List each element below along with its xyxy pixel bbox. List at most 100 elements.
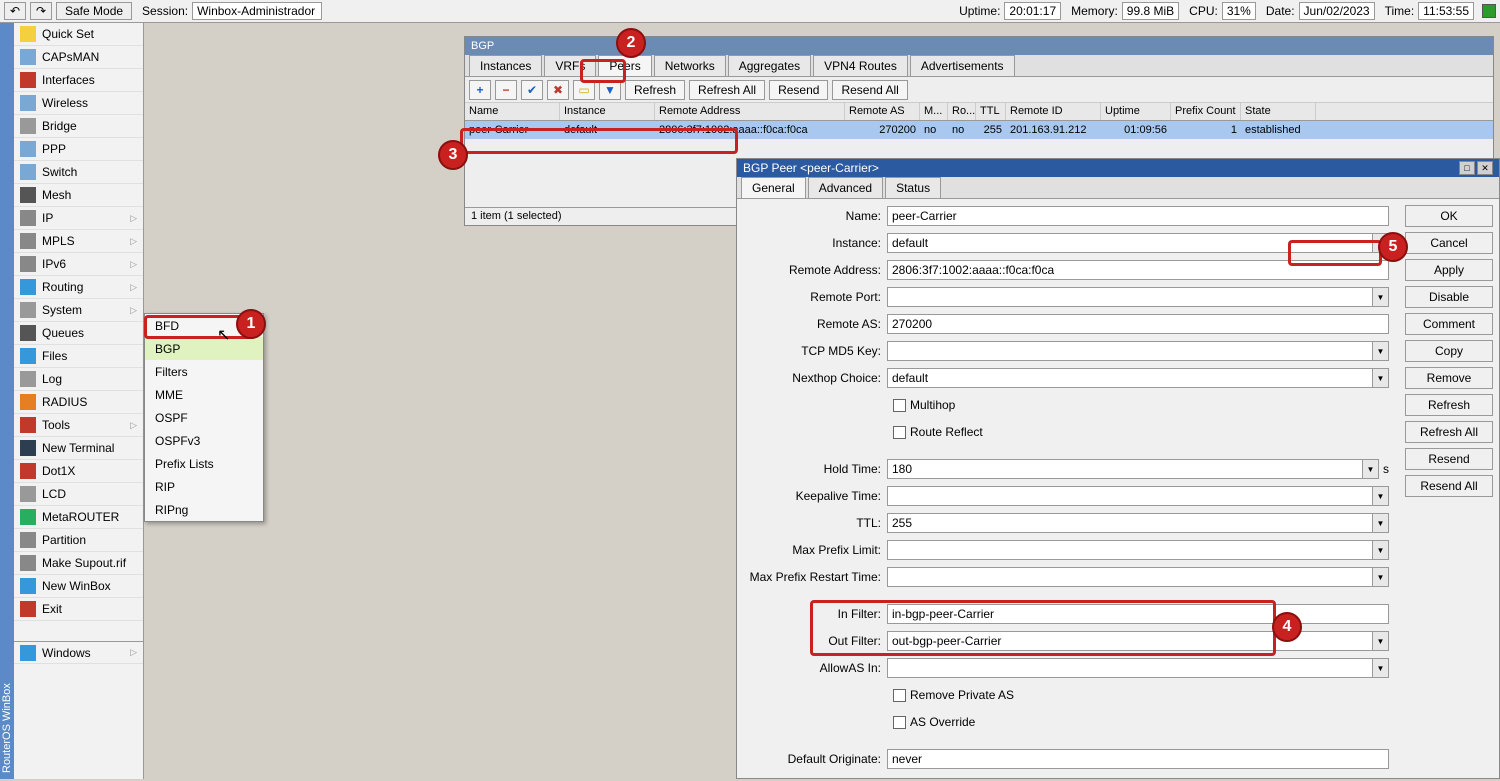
tab-advertisements[interactable]: Advertisements <box>910 55 1015 76</box>
as-override-checkbox[interactable] <box>893 716 906 729</box>
sidebar-item-lcd[interactable]: LCD <box>14 483 143 506</box>
close-button[interactable]: ✕ <box>1477 161 1493 175</box>
resend-all-button[interactable]: Resend All <box>832 80 907 100</box>
sidebar-item-new-terminal[interactable]: New Terminal <box>14 437 143 460</box>
resend-all-button[interactable]: Resend All <box>1405 475 1493 497</box>
sidebar-item-switch[interactable]: Switch <box>14 161 143 184</box>
table-row[interactable]: peer-Carrierdefault2806:3f7:1002:aaaa::f… <box>465 121 1493 139</box>
multihop-checkbox[interactable] <box>893 399 906 412</box>
remote-as-input[interactable]: 270200 <box>887 314 1389 334</box>
sidebar-item-wireless[interactable]: Wireless <box>14 92 143 115</box>
default-originate-input[interactable]: never <box>887 749 1389 769</box>
tab-peers[interactable]: Peers <box>598 55 651 76</box>
sidebar-item-mpls[interactable]: MPLS▷ <box>14 230 143 253</box>
route-reflect-checkbox[interactable] <box>893 426 906 439</box>
filter-button[interactable]: ▼ <box>599 80 621 100</box>
column-header[interactable]: Remote ID <box>1006 103 1101 120</box>
submenu-item-ripng[interactable]: RIPng <box>145 498 263 521</box>
tab-vpn4-routes[interactable]: VPN4 Routes <box>813 55 908 76</box>
sidebar-item-metarouter[interactable]: MetaROUTER <box>14 506 143 529</box>
sidebar-item-ppp[interactable]: PPP <box>14 138 143 161</box>
submenu-item-mme[interactable]: MME <box>145 383 263 406</box>
column-header[interactable]: Remote Address <box>655 103 845 120</box>
sidebar-item-files[interactable]: Files <box>14 345 143 368</box>
undo-button[interactable]: ↶ <box>4 2 26 20</box>
name-input[interactable]: peer-Carrier <box>887 206 1389 226</box>
remote-port-dropdown-icon[interactable]: ▼ <box>1373 287 1389 307</box>
max-prefix-input[interactable] <box>887 540 1373 560</box>
allowas-dropdown-icon[interactable]: ▼ <box>1373 658 1389 678</box>
refresh-all-button[interactable]: Refresh All <box>1405 421 1493 443</box>
sidebar-item-bridge[interactable]: Bridge <box>14 115 143 138</box>
sidebar-item-partition[interactable]: Partition <box>14 529 143 552</box>
submenu-item-rip[interactable]: RIP <box>145 475 263 498</box>
in-filter-input[interactable]: in-bgp-peer-Carrier <box>887 604 1389 624</box>
copy-button[interactable]: Copy <box>1405 340 1493 362</box>
sidebar-item-system[interactable]: System▷ <box>14 299 143 322</box>
column-header[interactable]: TTL <box>976 103 1006 120</box>
tcp-md5-input[interactable] <box>887 341 1373 361</box>
remove-button[interactable]: Remove <box>1405 367 1493 389</box>
keepalive-dropdown-icon[interactable]: ▼ <box>1373 486 1389 506</box>
sidebar-item-interfaces[interactable]: Interfaces <box>14 69 143 92</box>
sidebar-item-queues[interactable]: Queues <box>14 322 143 345</box>
redo-button[interactable]: ↷ <box>30 2 52 20</box>
remote-port-input[interactable] <box>887 287 1373 307</box>
hold-time-input[interactable]: 180 <box>887 459 1363 479</box>
ok-button[interactable]: OK <box>1405 205 1493 227</box>
nexthop-input[interactable]: default <box>887 368 1373 388</box>
sidebar-item-capsman[interactable]: CAPsMAN <box>14 46 143 69</box>
column-header[interactable]: Name <box>465 103 560 120</box>
column-header[interactable]: Uptime <box>1101 103 1171 120</box>
submenu-item-prefix-lists[interactable]: Prefix Lists <box>145 452 263 475</box>
peer-tab-status[interactable]: Status <box>885 177 941 198</box>
max-prefix-restart-input[interactable] <box>887 567 1373 587</box>
disable-button[interactable]: ✖ <box>547 80 569 100</box>
peer-tab-general[interactable]: General <box>741 177 806 198</box>
sidebar-item-exit[interactable]: Exit <box>14 598 143 621</box>
instance-input[interactable]: default <box>887 233 1373 253</box>
max-prefix-restart-dropdown-icon[interactable]: ▼ <box>1373 567 1389 587</box>
out-filter-dropdown-icon[interactable]: ▼ <box>1373 631 1389 651</box>
remove-button[interactable]: − <box>495 80 517 100</box>
column-header[interactable]: Prefix Count <box>1171 103 1241 120</box>
submenu-item-filters[interactable]: Filters <box>145 360 263 383</box>
ttl-input[interactable]: 255 <box>887 513 1373 533</box>
cancel-button[interactable]: Cancel <box>1405 232 1493 254</box>
sidebar-item-log[interactable]: Log <box>14 368 143 391</box>
sidebar-item-tools[interactable]: Tools▷ <box>14 414 143 437</box>
tab-instances[interactable]: Instances <box>469 55 542 76</box>
column-header[interactable]: Ro... <box>948 103 976 120</box>
disable-button[interactable]: Disable <box>1405 286 1493 308</box>
ttl-dropdown-icon[interactable]: ▼ <box>1373 513 1389 533</box>
tab-vrfs[interactable]: VRFs <box>544 55 596 76</box>
safe-mode-button[interactable]: Safe Mode <box>56 2 132 20</box>
comment-button[interactable]: Comment <box>1405 313 1493 335</box>
refresh-button[interactable]: Refresh <box>625 80 685 100</box>
enable-button[interactable]: ✔ <box>521 80 543 100</box>
sidebar-item-windows[interactable]: Windows▷ <box>14 641 143 664</box>
resend-button[interactable]: Resend <box>1405 448 1493 470</box>
apply-button[interactable]: Apply <box>1405 259 1493 281</box>
tab-networks[interactable]: Networks <box>654 55 726 76</box>
add-button[interactable]: + <box>469 80 491 100</box>
submenu-item-ospf[interactable]: OSPF <box>145 406 263 429</box>
sidebar-item-routing[interactable]: Routing▷ <box>14 276 143 299</box>
tcp-md5-dropdown-icon[interactable]: ▼ <box>1373 341 1389 361</box>
sidebar-item-dot1x[interactable]: Dot1X <box>14 460 143 483</box>
refresh-button[interactable]: Refresh <box>1405 394 1493 416</box>
sidebar-item-ipv6[interactable]: IPv6▷ <box>14 253 143 276</box>
resend-button[interactable]: Resend <box>769 80 828 100</box>
sidebar-item-mesh[interactable]: Mesh <box>14 184 143 207</box>
sidebar-item-ip[interactable]: IP▷ <box>14 207 143 230</box>
column-header[interactable]: Remote AS <box>845 103 920 120</box>
column-header[interactable]: State <box>1241 103 1316 120</box>
comment-button[interactable]: ▭ <box>573 80 595 100</box>
submenu-item-bgp[interactable]: BGP <box>145 337 263 360</box>
column-header[interactable]: Instance <box>560 103 655 120</box>
peer-tab-advanced[interactable]: Advanced <box>808 177 883 198</box>
hold-time-dropdown-icon[interactable]: ▼ <box>1363 459 1379 479</box>
allowas-input[interactable] <box>887 658 1373 678</box>
sidebar-item-make-supout-rif[interactable]: Make Supout.rif <box>14 552 143 575</box>
submenu-item-ospfv3[interactable]: OSPFv3 <box>145 429 263 452</box>
